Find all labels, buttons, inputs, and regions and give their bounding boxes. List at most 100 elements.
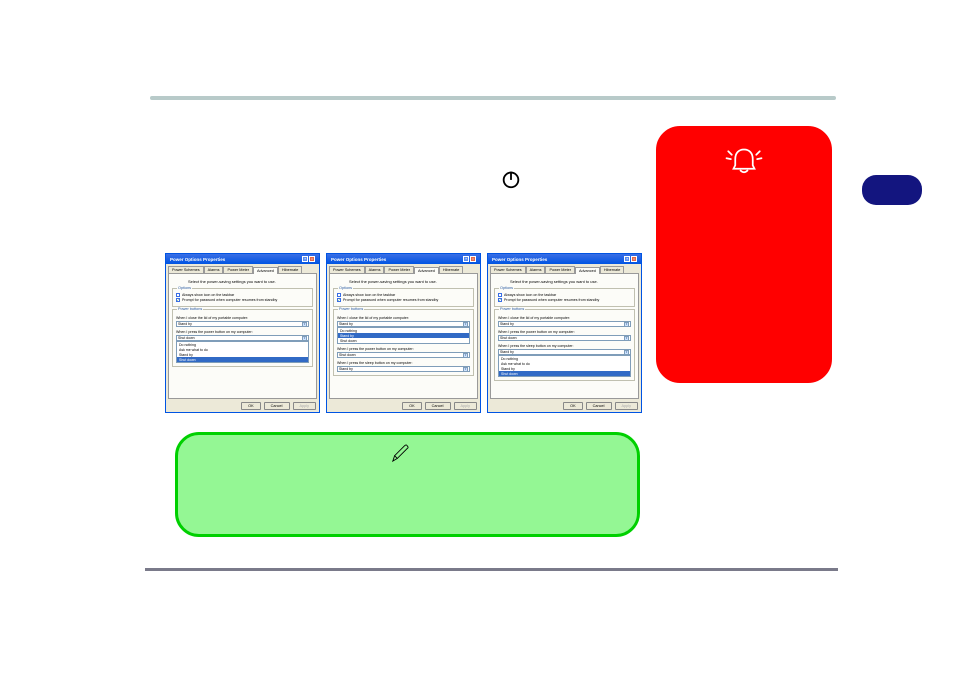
power-buttons-group: Power buttons When I close the lid of my… [333,309,474,376]
tab-power-meter[interactable]: Power Meter [223,266,253,273]
chevron-down-icon: ▾ [463,322,468,327]
group-title: Power buttons [177,307,203,311]
tab-power-schemes[interactable]: Power Schemes [168,266,204,273]
tab-alarms[interactable]: Alarms [526,266,546,273]
alarm-bell-icon [723,144,765,176]
tab-pane: Select the power-saving settings you wan… [168,273,317,399]
lid-label: When I close the lid of my portable comp… [176,316,309,320]
tab-advanced[interactable]: Advanced [253,267,278,274]
apply-button[interactable]: Apply [454,402,478,410]
chevron-down-icon: ▾ [463,353,468,358]
lid-dropdown-list[interactable]: Do nothing Stand by Shut down [337,327,470,344]
titlebar: Power Options Properties ? × [488,254,641,264]
instruction-text: Select the power-saving settings you wan… [510,279,635,284]
ok-button[interactable]: OK [563,402,583,410]
power-options-dialog-2: Power Options Properties ? × Power Schem… [326,253,481,413]
group-title: Options [499,286,514,290]
option-shutdown[interactable]: Shut down [338,338,469,343]
tab-power-schemes[interactable]: Power Schemes [329,266,365,273]
power-dropdown-list[interactable]: Do nothing Ask me what to do Stand by Sh… [176,341,309,363]
power-button-label: When I press the power button on my comp… [176,330,309,334]
power-button-select[interactable]: Shut down▾ [337,352,470,358]
tabstrip: Power Schemes Alarms Power Meter Advance… [488,264,641,273]
checkbox-password[interactable] [498,298,502,302]
lid-select[interactable]: Stand by▾ [176,321,309,327]
ok-button[interactable]: OK [241,402,261,410]
power-buttons-group: Power buttons When I close the lid of my… [494,309,635,381]
checkbox-password[interactable] [337,298,341,302]
power-button-select[interactable]: Shut down▾ [498,335,631,341]
tab-hibernate[interactable]: Hibernate [439,266,463,273]
tab-hibernate[interactable]: Hibernate [600,266,624,273]
tab-power-meter[interactable]: Power Meter [384,266,414,273]
button-row: OK Cancel Apply [166,399,319,413]
option-shutdown[interactable]: Shut down [177,357,308,362]
power-buttons-group: Power buttons When I close the lid of my… [172,309,313,367]
tab-pane: Select the power-saving settings you wan… [329,273,478,399]
title-text: Power Options Properties [170,257,225,262]
tab-hibernate[interactable]: Hibernate [278,266,302,273]
sleep-button-select[interactable]: Stand by▾ [337,366,470,372]
tab-power-schemes[interactable]: Power Schemes [490,266,526,273]
chevron-down-icon: ▾ [624,336,629,341]
button-row: OK Cancel Apply [327,399,480,413]
group-title: Options [177,286,192,290]
options-group: Options Always show icon on the taskbar … [172,288,313,307]
instruction-text: Select the power-saving settings you wan… [349,279,474,284]
checkbox-taskbar[interactable] [176,293,180,297]
cancel-button[interactable]: Cancel [586,402,612,410]
title-text: Power Options Properties [492,257,547,262]
group-title: Options [338,286,353,290]
options-group: Options Always show icon on the taskbar … [333,288,474,307]
checkbox-password-label: Prompt for password when computer resume… [182,298,277,302]
header-divider [150,96,836,100]
chevron-down-icon: ▾ [624,350,629,355]
checkbox-taskbar[interactable] [498,293,502,297]
ok-button[interactable]: OK [402,402,422,410]
checkbox-taskbar-label: Always show icon on the taskbar [182,293,234,297]
tab-power-meter[interactable]: Power Meter [545,266,575,273]
lid-label: When I close the lid of my portable comp… [498,316,631,320]
group-title: Power buttons [499,307,525,311]
note-callout [175,432,640,537]
power-button-label: When I press the power button on my comp… [498,330,631,334]
close-button[interactable]: × [631,256,637,262]
cancel-button[interactable]: Cancel [425,402,451,410]
checkbox-taskbar-label: Always show icon on the taskbar [343,293,395,297]
chevron-down-icon: ▾ [463,367,468,372]
warning-callout [656,126,832,383]
tab-advanced[interactable]: Advanced [414,267,439,274]
pen-icon [391,443,409,463]
power-options-dialog-3: Power Options Properties ? × Power Schem… [487,253,642,413]
close-button[interactable]: × [309,256,315,262]
group-title: Power buttons [338,307,364,311]
sleep-dropdown-list[interactable]: Do nothing Ask me what to do Stand by Sh… [498,355,631,377]
footer-divider [145,568,838,571]
help-button[interactable]: ? [624,256,630,262]
checkbox-password-label: Prompt for password when computer resume… [343,298,438,302]
apply-button[interactable]: Apply [615,402,639,410]
lid-label: When I close the lid of my portable comp… [337,316,470,320]
sleep-button-label: When I press the sleep button on my comp… [498,344,631,348]
chevron-down-icon: ▾ [302,322,307,327]
checkbox-taskbar-label: Always show icon on the taskbar [504,293,556,297]
titlebar: Power Options Properties ? × [327,254,480,264]
instruction-text: Select the power-saving settings you wan… [188,279,313,284]
chevron-down-icon: ▾ [302,336,307,341]
checkbox-taskbar[interactable] [337,293,341,297]
tab-alarms[interactable]: Alarms [365,266,385,273]
power-icon [500,168,522,190]
help-button[interactable]: ? [302,256,308,262]
tab-alarms[interactable]: Alarms [204,266,224,273]
checkbox-password-label: Prompt for password when computer resume… [504,298,599,302]
tab-advanced[interactable]: Advanced [575,267,600,274]
help-button[interactable]: ? [463,256,469,262]
sleep-button-label: When I press the sleep button on my comp… [337,361,470,365]
option-shutdown[interactable]: Shut down [499,371,630,376]
lid-select[interactable]: Stand by▾ [498,321,631,327]
close-button[interactable]: × [470,256,476,262]
options-group: Options Always show icon on the taskbar … [494,288,635,307]
checkbox-password[interactable] [176,298,180,302]
cancel-button[interactable]: Cancel [264,402,290,410]
apply-button[interactable]: Apply [293,402,317,410]
